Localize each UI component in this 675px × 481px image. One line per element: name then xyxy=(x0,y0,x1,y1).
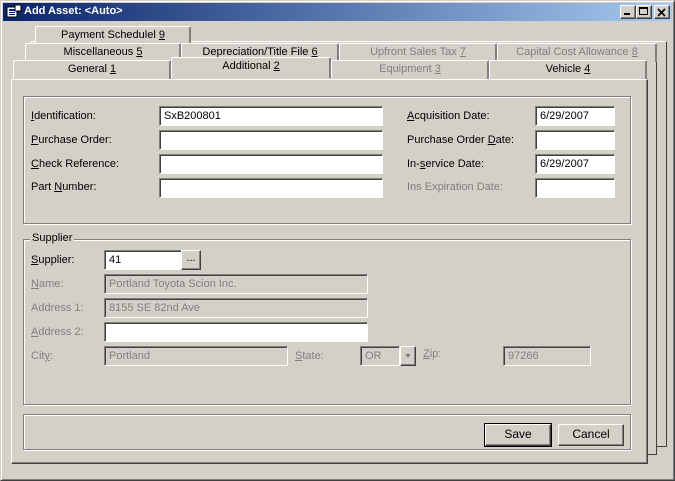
state-select[interactable]: OR xyxy=(360,346,400,366)
part-number-field[interactable] xyxy=(159,178,383,198)
address2-label: Address 2: xyxy=(31,326,84,338)
supplier-group-label: Supplier xyxy=(30,232,75,244)
name-label: Name: xyxy=(31,278,64,290)
purchase-order-date-field[interactable] xyxy=(535,130,615,150)
in-service-date-field[interactable]: 6/29/2007 xyxy=(535,154,615,174)
purchase-order-label: Purchase Order: xyxy=(31,134,112,146)
state-label: State: xyxy=(295,350,324,362)
state-dropdown-button[interactable] xyxy=(400,346,416,366)
tab-general[interactable]: General 1 xyxy=(13,60,171,79)
identity-group: Identification: SxB200801 Purchase Order… xyxy=(23,96,631,224)
supplier-lookup-button[interactable]: ... xyxy=(181,250,201,270)
supplier-group: Supplier Supplier: 41 ... Name: Portland… xyxy=(23,232,631,405)
minimize-button[interactable] xyxy=(620,5,636,19)
minimize-icon xyxy=(624,13,630,15)
window-title: Add Asset: <Auto> xyxy=(24,5,123,17)
button-bar: Save Cancel xyxy=(23,414,631,450)
acquisition-date-label: Acquisition Date: xyxy=(407,110,490,122)
close-button[interactable] xyxy=(654,5,670,19)
zip-field[interactable]: 97266 xyxy=(503,346,591,366)
purchase-order-field[interactable] xyxy=(159,130,383,150)
city-label: City: xyxy=(31,350,54,362)
acquisition-date-field[interactable]: 6/29/2007 xyxy=(535,106,615,126)
chevron-down-icon xyxy=(405,354,411,358)
tab-additional[interactable]: Additional 2 xyxy=(171,57,331,79)
ins-expiration-date-label: Ins Expiration Date: xyxy=(407,181,503,193)
add-asset-window: Add Asset: <Auto> Payment Schedulel 9 Mi… xyxy=(0,0,675,481)
check-reference-label: Check Reference: xyxy=(31,158,120,170)
tab-equipment[interactable]: Equipment 3 xyxy=(331,60,489,79)
additional-tab-page: Identification: SxB200801 Purchase Order… xyxy=(11,79,648,464)
app-icon xyxy=(6,4,22,18)
maximize-icon xyxy=(639,7,648,15)
part-number-label: Part Number: xyxy=(31,181,97,193)
supplier-label: Supplier: xyxy=(31,254,75,266)
check-reference-field[interactable] xyxy=(159,154,383,174)
title-bar[interactable]: Add Asset: <Auto> xyxy=(3,3,672,21)
ins-expiration-date-field[interactable] xyxy=(535,178,615,198)
in-service-date-label: In-service Date: xyxy=(407,158,485,170)
address1-label: Address 1: xyxy=(31,302,84,314)
cancel-button[interactable]: Cancel xyxy=(558,424,624,446)
save-button[interactable]: Save xyxy=(484,423,552,447)
address1-field[interactable]: 8155 SE 82nd Ave xyxy=(104,298,368,318)
tab-vehicle[interactable]: Vehicle 4 xyxy=(489,60,647,79)
maximize-button[interactable] xyxy=(636,5,652,19)
supplier-name-field[interactable]: Portland Toyota Scion Inc. xyxy=(104,274,368,294)
zip-label: Zip: xyxy=(423,348,442,360)
close-icon xyxy=(657,8,666,17)
identification-field[interactable]: SxB200801 xyxy=(159,106,383,126)
supplier-field[interactable]: 41 xyxy=(104,250,182,270)
address2-field[interactable] xyxy=(104,322,368,342)
city-field[interactable]: Portland xyxy=(104,346,288,366)
purchase-order-date-label: Purchase Order Date: xyxy=(407,134,515,146)
identification-label: Identification: xyxy=(31,110,96,122)
